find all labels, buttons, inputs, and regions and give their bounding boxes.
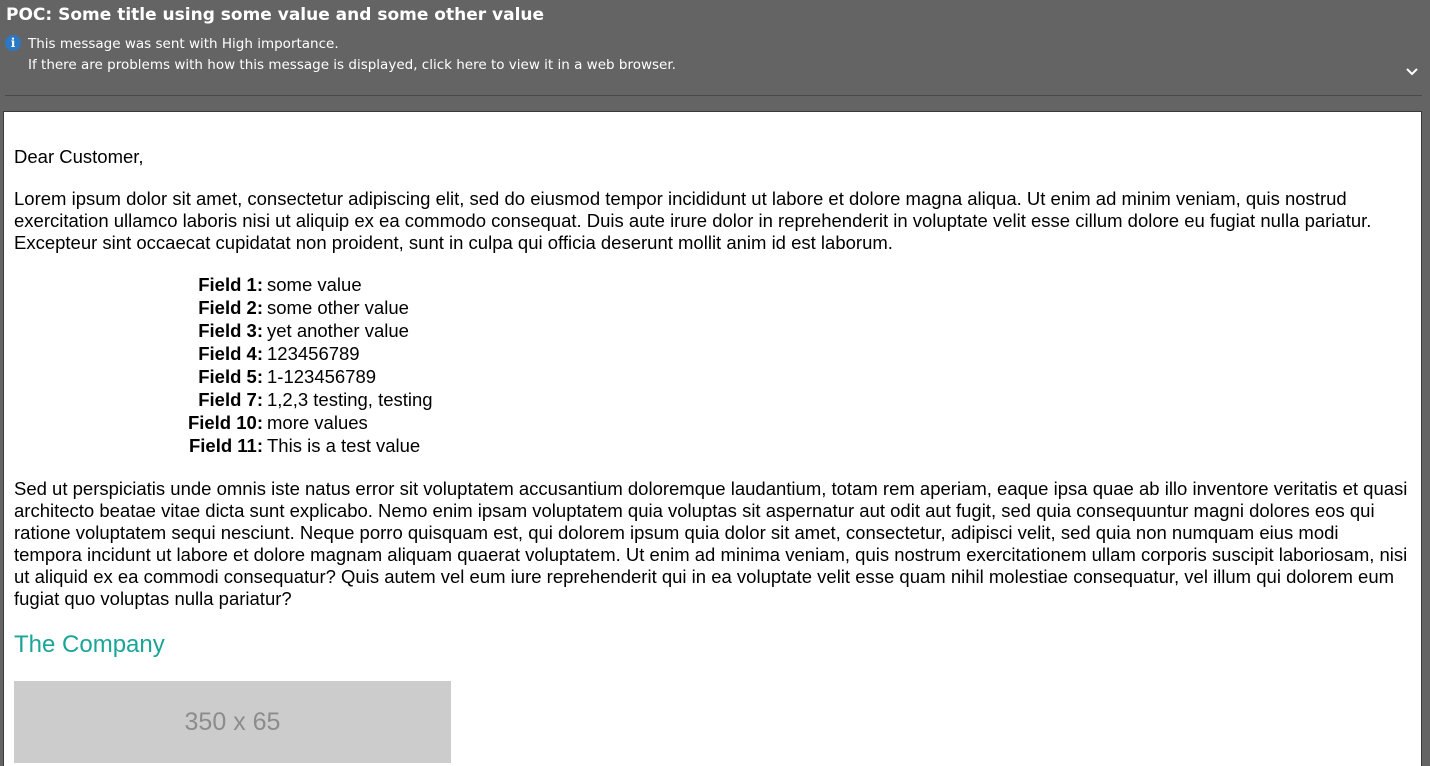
field-row: Field 10: more values: [14, 412, 433, 435]
importance-notice: This message was sent with High importan…: [28, 36, 339, 52]
field-row: Field 5: 1-123456789: [14, 366, 433, 389]
fields-table: Field 1: some value Field 2: some other val…: [14, 274, 433, 458]
closing-paragraph: Sed ut perspiciatis unde omnis iste natu…: [14, 478, 1408, 609]
field-value: some other value: [267, 297, 409, 318]
company-logo-placeholder: 350 x 65: [14, 681, 451, 763]
field-value: yet another value: [267, 320, 409, 341]
greeting: Dear Customer,: [14, 146, 144, 167]
field-row: Field 11: This is a test value: [14, 435, 433, 458]
field-row: Field 7: 1,2,3 testing, testing: [14, 389, 433, 412]
field-row: Field 3: yet another value: [14, 320, 433, 343]
field-label: Field 5:: [198, 366, 263, 387]
message-subject: POC: Some title using some value and som…: [6, 5, 545, 25]
chevron-down-icon[interactable]: [1403, 63, 1421, 81]
company-name: The Company: [14, 631, 165, 658]
field-label: Field 7:: [198, 389, 263, 410]
field-value: 123456789: [267, 343, 360, 364]
field-value: 1,2,3 testing, testing: [267, 389, 433, 410]
logo-placeholder-label: 350 x 65: [184, 708, 281, 736]
field-label: Field 1:: [198, 274, 263, 295]
field-value: 1-123456789: [267, 366, 377, 387]
header-divider: [5, 95, 1422, 96]
info-icon: i: [5, 35, 21, 51]
field-row: Field 2: some other value: [14, 297, 433, 320]
field-row: Field 4: 123456789: [14, 343, 433, 366]
field-value: more values: [267, 412, 368, 433]
field-label: Field 2:: [198, 297, 263, 318]
intro-paragraph: Lorem ipsum dolor sit amet, consectetur …: [14, 188, 1372, 253]
field-value: This is a test value: [267, 435, 421, 456]
message-body[interactable]: Dear Customer, Lorem ipsum dolor sit ame…: [3, 111, 1422, 766]
field-value: some value: [267, 274, 362, 295]
message-header: POC: Some title using some value and som…: [0, 0, 1430, 96]
field-label: Field 3:: [198, 320, 263, 341]
field-row: Field 1: some value: [14, 274, 433, 297]
field-label: Field 4:: [198, 343, 263, 364]
message-content: Dear Customer, Lorem ipsum dolor sit ame…: [14, 146, 1410, 763]
view-in-browser-link[interactable]: If there are problems with how this mess…: [28, 57, 676, 73]
field-label: Field 11:: [188, 435, 263, 456]
field-label: Field 10:: [187, 412, 263, 433]
